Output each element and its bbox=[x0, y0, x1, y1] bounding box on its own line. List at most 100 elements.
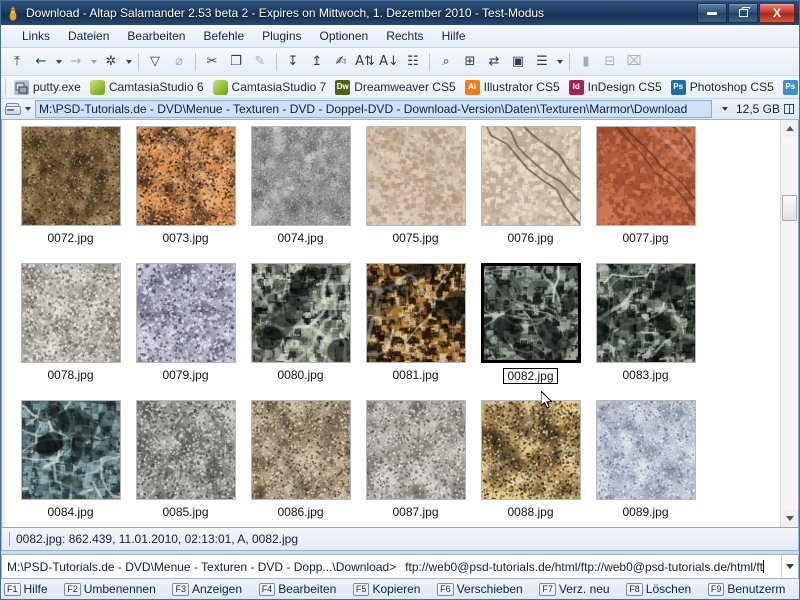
function-key-f9[interactable]: F9 Benutzerm bbox=[705, 582, 799, 596]
command-line[interactable]: M:\PSD-Tutorials.de - DVD\Menue - Textur… bbox=[1, 554, 799, 579]
file-item[interactable]: 0080.jpg bbox=[243, 263, 358, 400]
quick-launch-item-2[interactable]: CamtasiaStudio 7 bbox=[210, 78, 333, 97]
file-thumbnail[interactable] bbox=[135, 263, 236, 363]
file-name-label[interactable]: 0073.jpg bbox=[160, 231, 210, 245]
file-thumbnail[interactable] bbox=[365, 126, 466, 226]
file-name-label[interactable]: 0083.jpg bbox=[620, 368, 670, 382]
scrollbar-thumb[interactable] bbox=[782, 195, 797, 221]
parent-folder-icon[interactable]: ⤒ bbox=[5, 50, 29, 74]
back-dropdown-icon[interactable] bbox=[53, 51, 64, 73]
function-key-f7[interactable]: F7 Verz. neu bbox=[536, 582, 623, 596]
quick-launch-item-5[interactable]: Id InDesign CS5 bbox=[566, 78, 668, 97]
file-thumbnail[interactable] bbox=[250, 400, 351, 500]
file-name-label[interactable]: 0084.jpg bbox=[45, 505, 95, 519]
edit-file-icon[interactable]: ✍ bbox=[329, 50, 353, 74]
sort-icon[interactable]: A↓ bbox=[377, 50, 401, 74]
scroll-up-button[interactable] bbox=[781, 120, 798, 137]
move-to-icon[interactable]: ↥ bbox=[305, 50, 329, 74]
file-item[interactable]: 0075.jpg bbox=[358, 126, 473, 263]
file-thumbnail[interactable] bbox=[250, 126, 351, 226]
file-name-label[interactable]: 0081.jpg bbox=[390, 368, 440, 382]
menu-item-plugins[interactable]: Plugins bbox=[253, 27, 310, 45]
cut-icon[interactable]: ✂ bbox=[200, 50, 224, 74]
file-item[interactable]: 0088.jpg bbox=[473, 400, 588, 527]
file-thumbnail[interactable] bbox=[480, 126, 581, 226]
file-item[interactable]: 0081.jpg bbox=[358, 263, 473, 400]
file-thumbnail[interactable] bbox=[480, 263, 581, 363]
file-thumbnail[interactable] bbox=[365, 263, 466, 363]
file-name-label[interactable]: 0087.jpg bbox=[390, 505, 440, 519]
file-item[interactable]: 0078.jpg bbox=[13, 263, 128, 400]
quick-launch-item-3[interactable]: Dw Dreamweaver CS5 bbox=[332, 78, 461, 97]
function-key-f1[interactable]: F1 Hilfe bbox=[1, 582, 61, 596]
quick-launch-item-6[interactable]: Ps Photoshop CS5 bbox=[668, 78, 780, 97]
file-item[interactable]: 0087.jpg bbox=[358, 400, 473, 527]
file-item[interactable]: 0082.jpg bbox=[473, 263, 588, 400]
compare-directories-icon[interactable]: ⇄ bbox=[482, 50, 506, 74]
copy-to-icon[interactable]: ↧ bbox=[281, 50, 305, 74]
file-item[interactable]: 0083.jpg bbox=[588, 263, 703, 400]
file-name-label[interactable]: 0089.jpg bbox=[620, 505, 670, 519]
file-item[interactable]: 0086.jpg bbox=[243, 400, 358, 527]
function-key-f4[interactable]: F4 Bearbeiten bbox=[256, 582, 350, 596]
menu-item-rechts[interactable]: Rechts bbox=[377, 27, 432, 45]
file-thumbnail[interactable] bbox=[595, 400, 696, 500]
file-thumbnail[interactable] bbox=[365, 400, 466, 500]
function-key-f5[interactable]: F5 Kopieren bbox=[350, 582, 434, 596]
quick-launch-item-0[interactable]: putty.exe bbox=[11, 78, 87, 97]
restore-button[interactable] bbox=[728, 3, 758, 23]
function-key-f6[interactable]: F6 Verschieben bbox=[434, 582, 536, 596]
file-item[interactable]: 0073.jpg bbox=[128, 126, 243, 263]
file-thumbnail[interactable] bbox=[20, 263, 121, 363]
file-item[interactable]: 0076.jpg bbox=[473, 126, 588, 263]
command-input[interactable]: ftp://web0@psd-tutorials.de/html/ftp://w… bbox=[405, 559, 781, 574]
file-item[interactable]: 0089.jpg bbox=[588, 400, 703, 527]
vertical-scrollbar[interactable] bbox=[780, 120, 798, 527]
command-shell-icon[interactable]: ▣ bbox=[506, 50, 530, 74]
function-key-f8[interactable]: F8 Löschen bbox=[623, 582, 705, 596]
file-name-label[interactable]: 0072.jpg bbox=[45, 231, 95, 245]
copy-icon[interactable]: ❐ bbox=[224, 50, 248, 74]
thumbnail-view[interactable]: 0072.jpg 0073.jpg 0074.jpg 0075.jpg 0076.jpg… bbox=[2, 120, 780, 527]
file-item[interactable]: 0084.jpg bbox=[13, 400, 128, 527]
file-thumbnail[interactable] bbox=[250, 263, 351, 363]
scroll-down-button[interactable] bbox=[781, 510, 798, 527]
file-item[interactable]: 0072.jpg bbox=[13, 126, 128, 263]
file-thumbnail[interactable] bbox=[480, 400, 581, 500]
file-name-label[interactable]: 0077.jpg bbox=[620, 231, 670, 245]
file-name-label[interactable]: 0080.jpg bbox=[275, 368, 325, 382]
file-name-label[interactable]: 0085.jpg bbox=[160, 505, 210, 519]
hot-paths-dropdown-icon[interactable] bbox=[123, 51, 134, 73]
file-thumbnail[interactable] bbox=[595, 126, 696, 226]
drive-button[interactable] bbox=[3, 102, 33, 116]
path-input[interactable]: M:\PSD-Tutorials.de - DVD\Menue - Textur… bbox=[35, 100, 712, 118]
file-name-label[interactable]: 0076.jpg bbox=[505, 231, 555, 245]
find-files-icon[interactable]: ⌕ bbox=[434, 50, 458, 74]
hot-paths-icon[interactable]: ✲ bbox=[99, 50, 123, 74]
file-item[interactable]: 0079.jpg bbox=[128, 263, 243, 400]
menu-item-dateien[interactable]: Dateien bbox=[59, 27, 118, 45]
file-thumbnail[interactable] bbox=[135, 400, 236, 500]
find-in-folder-icon[interactable]: ⊞ bbox=[458, 50, 482, 74]
file-name-label[interactable]: 0079.jpg bbox=[160, 368, 210, 382]
function-key-f2[interactable]: F2 Umbenennen bbox=[61, 582, 169, 596]
file-name-label[interactable]: 0088.jpg bbox=[505, 505, 555, 519]
menu-item-optionen[interactable]: Optionen bbox=[311, 27, 378, 45]
path-history-chevron-down-icon[interactable] bbox=[721, 107, 728, 111]
file-thumbnail[interactable] bbox=[20, 400, 121, 500]
file-name-label[interactable]: 0078.jpg bbox=[45, 368, 95, 382]
scrollbar-track[interactable] bbox=[781, 137, 798, 510]
file-name-label[interactable]: 0075.jpg bbox=[390, 231, 440, 245]
quick-launch-item-1[interactable]: CamtasiaStudio 6 bbox=[87, 78, 210, 97]
menu-item-bearbeiten[interactable]: Bearbeiten bbox=[118, 27, 194, 45]
close-button[interactable]: X bbox=[759, 3, 795, 23]
filter-icon[interactable]: ▽ bbox=[143, 50, 167, 74]
function-key-f3[interactable]: F3 Anzeigen bbox=[169, 582, 255, 596]
file-thumbnail[interactable] bbox=[20, 126, 121, 226]
file-item[interactable]: 0077.jpg bbox=[588, 126, 703, 263]
back-icon[interactable]: ← bbox=[29, 50, 53, 74]
rename-icon[interactable]: A⇅ bbox=[353, 50, 377, 74]
file-thumbnail[interactable] bbox=[595, 263, 696, 363]
quick-launch-item-4[interactable]: Ai Illustrator CS5 bbox=[462, 78, 566, 97]
file-name-label[interactable]: 0086.jpg bbox=[275, 505, 325, 519]
